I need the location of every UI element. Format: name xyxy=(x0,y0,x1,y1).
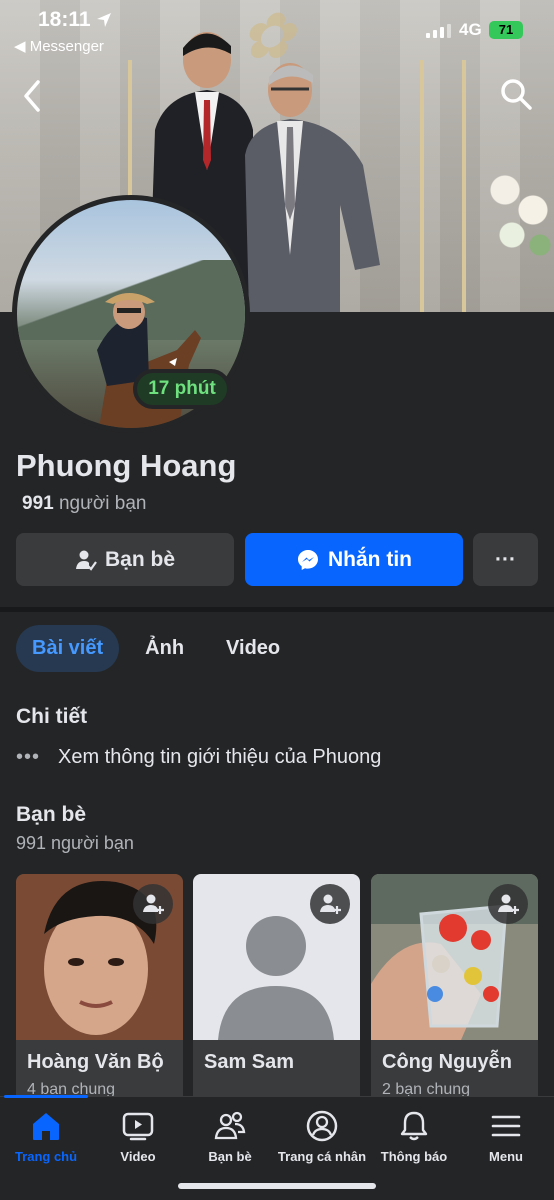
friend-name: Công Nguyễn xyxy=(382,1051,512,1073)
friend-card[interactable]: Hoàng Văn Bộ 4 bạn chung xyxy=(16,874,183,1096)
mutual-friends: 2 bạn chung xyxy=(382,1081,471,1096)
battery-indicator: 71 xyxy=(489,21,523,39)
nav-label: Thông báo xyxy=(380,1149,448,1164)
nav-notifications[interactable]: Thông báo xyxy=(364,1109,464,1164)
more-options-label: ··· xyxy=(495,547,516,571)
cover-pole xyxy=(420,60,424,312)
messenger-icon xyxy=(298,549,318,570)
menu-icon xyxy=(491,1115,521,1137)
view-about-text: Xem thông tin giới thiệu của Phuong xyxy=(58,745,382,768)
nav-label: Trang cá nhân xyxy=(277,1149,367,1164)
friend-card[interactable]: Công Nguyễn 2 bạn chung xyxy=(371,874,538,1096)
nav-label: Video xyxy=(120,1149,156,1164)
nav-friends[interactable]: Bạn bè xyxy=(180,1109,280,1164)
friends-cards: Hoàng Văn Bộ 4 bạn chung Sam Sam Công Ng… xyxy=(16,874,554,1096)
friends-section-title: Bạn bè xyxy=(16,803,87,826)
add-friend-icon xyxy=(143,894,164,914)
battery-level: 71 xyxy=(498,22,514,37)
home-icon xyxy=(33,1113,59,1140)
nav-home[interactable]: Trang chủ xyxy=(0,1109,96,1164)
search-icon[interactable] xyxy=(498,76,534,112)
view-about-row[interactable]: ••• Xem thông tin giới thiệu của Phuong xyxy=(16,742,381,772)
cover-person-right xyxy=(245,63,380,312)
avatar-rider-image xyxy=(97,293,201,428)
friend-check-icon xyxy=(75,550,97,571)
signal-icon xyxy=(426,24,451,38)
more-options-button[interactable]: ··· xyxy=(473,533,538,586)
network-type: 4G xyxy=(459,20,482,39)
active-status-badge: 17 phút xyxy=(133,369,231,409)
nav-label: Trang chủ xyxy=(14,1149,78,1164)
friend-name: Sam Sam xyxy=(204,1051,295,1073)
add-friend-icon xyxy=(498,894,519,914)
add-friend-button[interactable] xyxy=(133,884,173,924)
status-time: 18:11 xyxy=(38,8,91,31)
home-indicator[interactable] xyxy=(178,1183,376,1189)
nav-label: Menu xyxy=(489,1149,523,1164)
back-to-messenger[interactable]: ◀ Messenger xyxy=(14,37,104,55)
profile-tabs: Bài viết Ảnh Video xyxy=(16,625,296,672)
video-icon xyxy=(122,1112,154,1141)
cover-flowers xyxy=(484,160,554,260)
tab-photos[interactable]: Ảnh xyxy=(129,625,200,672)
status-bar: 18:11 ◀ Messenger 4G 71 xyxy=(0,0,554,60)
location-arrow-icon xyxy=(97,13,111,27)
nav-menu[interactable]: Menu xyxy=(456,1109,554,1164)
message-button-label: Nhắn tin xyxy=(328,547,412,571)
tab-video[interactable]: Video xyxy=(210,625,296,672)
friend-count-number: 991 xyxy=(22,493,54,514)
friend-card[interactable]: Sam Sam xyxy=(193,874,360,1096)
mutual-friends: 4 bạn chung xyxy=(27,1081,116,1096)
friends-icon xyxy=(214,1111,246,1140)
add-friend-button[interactable] xyxy=(488,884,528,924)
back-arrow-icon[interactable] xyxy=(16,76,48,116)
cover-pole xyxy=(462,60,466,312)
nav-video[interactable]: Video xyxy=(88,1109,188,1164)
active-tab-indicator xyxy=(4,1095,88,1098)
friends-button[interactable]: Bạn bè xyxy=(16,533,234,586)
friends-section-count: 991 người bạn xyxy=(16,833,134,853)
section-divider xyxy=(0,607,554,612)
nav-label: Bạn bè xyxy=(208,1149,252,1164)
bell-icon xyxy=(400,1111,428,1141)
profile-name: Phuong Hoang xyxy=(16,448,237,483)
tab-posts[interactable]: Bài viết xyxy=(16,625,120,672)
add-friend-button[interactable] xyxy=(310,884,350,924)
friend-count[interactable]: 991 người bạn xyxy=(22,493,147,515)
friend-count-label: người bạn xyxy=(58,493,147,514)
add-friend-icon xyxy=(320,894,341,914)
more-dots-icon: ••• xyxy=(16,745,41,768)
details-title: Chi tiết xyxy=(16,705,88,728)
profile-icon xyxy=(306,1110,338,1142)
message-button[interactable]: Nhắn tin xyxy=(245,533,463,586)
friends-button-label: Bạn bè xyxy=(104,547,175,571)
nav-profile[interactable]: Trang cá nhân xyxy=(272,1109,372,1164)
friend-name: Hoàng Văn Bộ xyxy=(27,1051,164,1073)
